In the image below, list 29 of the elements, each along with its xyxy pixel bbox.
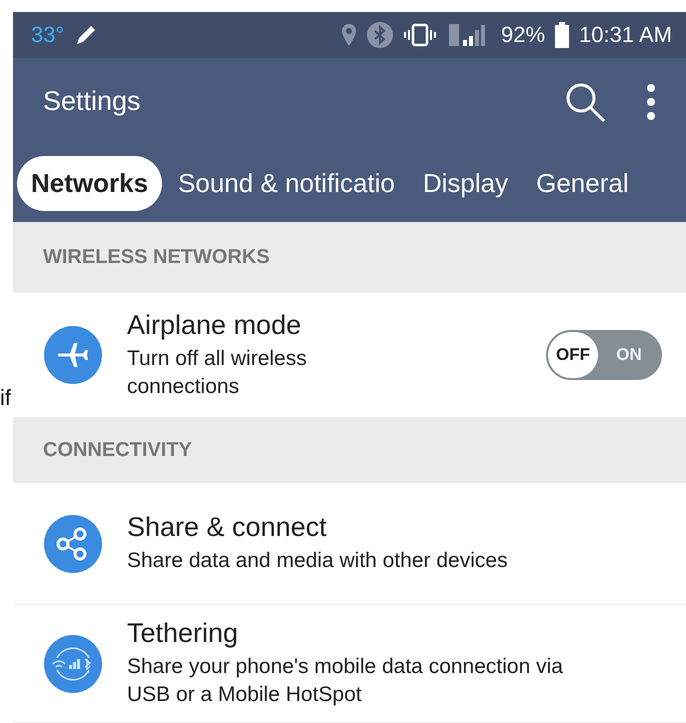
bluetooth-icon: [367, 22, 393, 48]
text-fragment: if: [0, 386, 12, 410]
setting-title[interactable]: Share & connect: [127, 512, 597, 543]
section-header: WIRELESS NETWORKS: [13, 222, 686, 293]
tab[interactable]: Networks: [17, 156, 162, 211]
toggle-knob: OFF: [548, 332, 598, 378]
vibrate-icon: [403, 23, 437, 47]
share-icon: [43, 514, 103, 574]
setting-title[interactable]: Airplane mode: [127, 310, 332, 340]
more-options-icon[interactable]: [646, 82, 656, 120]
app-title: Settings: [43, 86, 142, 117]
search-icon[interactable]: [564, 80, 606, 122]
clock: 10:31 AM: [579, 22, 672, 48]
tethering-icon: [43, 634, 103, 694]
tab[interactable]: Sound & notificatio: [166, 156, 407, 211]
setting-description: Share data and media with other devices: [127, 548, 509, 574]
battery-icon: [555, 22, 570, 48]
temperature: 33°: [31, 22, 64, 48]
setting-description: Share your phone's mobile data connection via USB or a Mobile HotSpot: [127, 654, 564, 708]
section-header: CONNECTIVITY: [13, 418, 686, 483]
tab[interactable]: General: [524, 156, 641, 211]
setting-title[interactable]: Tethering: [127, 618, 597, 649]
tab[interactable]: Display: [410, 156, 520, 211]
airplane-icon: [43, 325, 103, 385]
toggle-switch[interactable]: OFF ON: [546, 330, 662, 380]
toggle-label: ON: [615, 345, 643, 365]
battery-percent: 92%: [501, 22, 546, 48]
location-pin-icon: [341, 23, 357, 47]
setting-description: Turn off all wireless connections: [127, 346, 308, 400]
